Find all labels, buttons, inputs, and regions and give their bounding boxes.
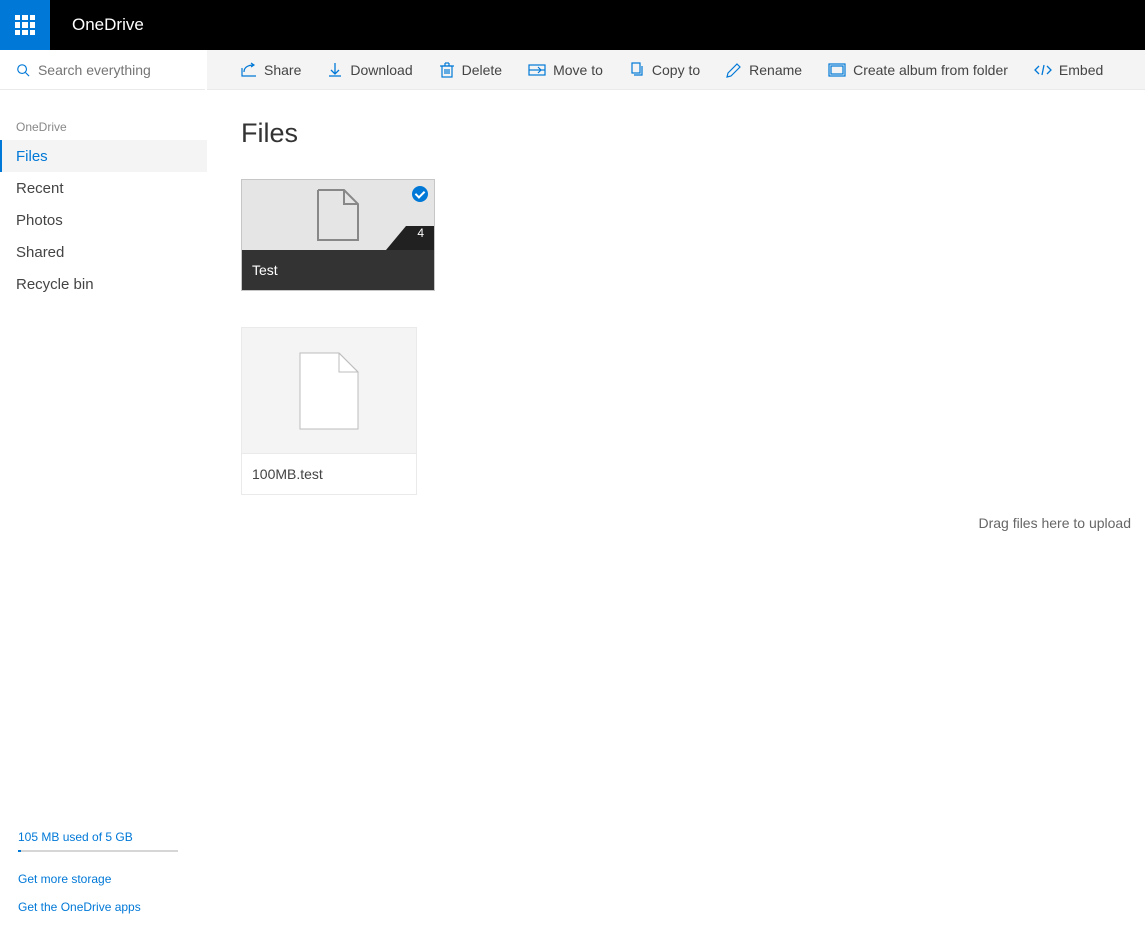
- sidebar: OneDrive Files Recent Photos Shared Recy…: [0, 50, 207, 950]
- search-input[interactable]: [38, 62, 189, 78]
- create-album-icon: [828, 63, 846, 77]
- app-launcher-grid-icon: [15, 15, 35, 35]
- sidebar-item-shared[interactable]: Shared: [0, 236, 207, 268]
- search-icon: [16, 62, 30, 78]
- button-label: Move to: [553, 62, 603, 78]
- sidebar-item-label: Files: [16, 148, 48, 165]
- rename-button[interactable]: Rename: [726, 62, 802, 78]
- sidebar-item-label: Photos: [16, 212, 63, 229]
- file-icon: [299, 352, 359, 430]
- delete-icon: [439, 62, 455, 78]
- button-label: Download: [350, 62, 412, 78]
- button-label: Copy to: [652, 62, 700, 78]
- folder-tile[interactable]: 4 Test: [241, 179, 435, 291]
- drag-upload-hint: Drag files here to upload: [978, 515, 1131, 531]
- file-tile[interactable]: 100MB.test: [241, 327, 417, 495]
- storage-usage-bar: [18, 850, 178, 852]
- share-button[interactable]: Share: [241, 62, 301, 78]
- button-label: Rename: [749, 62, 802, 78]
- main-area: Share Download Delete Move to: [207, 50, 1145, 950]
- folder-count-badge: 4: [406, 226, 434, 250]
- sidebar-item-label: Recent: [16, 180, 64, 197]
- sidebar-item-recycle-bin[interactable]: Recycle bin: [0, 268, 207, 300]
- get-onedrive-apps-link[interactable]: Get the OneDrive apps: [18, 900, 189, 914]
- create-album-button[interactable]: Create album from folder: [828, 62, 1008, 78]
- sidebar-item-files[interactable]: Files: [0, 140, 207, 172]
- download-icon: [327, 62, 343, 78]
- storage-usage-link[interactable]: 105 MB used of 5 GB: [18, 830, 189, 844]
- copyto-button[interactable]: Copy to: [629, 62, 700, 78]
- button-label: Delete: [462, 62, 502, 78]
- rename-icon: [726, 62, 742, 78]
- items-grid: 4 Test 100MB.test: [241, 179, 1111, 495]
- brand-title[interactable]: OneDrive: [50, 0, 144, 50]
- embed-button[interactable]: Embed: [1034, 62, 1103, 78]
- sidebar-item-label: Recycle bin: [16, 276, 94, 293]
- command-toolbar: Share Download Delete Move to: [207, 50, 1145, 90]
- page-title: Files: [241, 118, 1111, 149]
- download-button[interactable]: Download: [327, 62, 412, 78]
- search-row[interactable]: [0, 50, 205, 90]
- selected-checkmark-icon: [412, 186, 428, 202]
- sidebar-footer: 105 MB used of 5 GB Get more storage Get…: [18, 830, 189, 928]
- embed-icon: [1034, 63, 1052, 77]
- storage-usage-bar-fill: [18, 850, 21, 852]
- button-label: Embed: [1059, 62, 1103, 78]
- folder-name-label: Test: [242, 250, 434, 290]
- content-area: Files 4 Test: [207, 90, 1145, 950]
- file-thumbnail: [241, 327, 417, 454]
- share-icon: [241, 62, 257, 78]
- button-label: Create album from folder: [853, 62, 1008, 78]
- file-name-label: 100MB.test: [241, 454, 417, 495]
- app-launcher-button[interactable]: [0, 0, 50, 50]
- sidebar-item-photos[interactable]: Photos: [0, 204, 207, 236]
- sidebar-item-recent[interactable]: Recent: [0, 172, 207, 204]
- button-label: Share: [264, 62, 301, 78]
- file-icon: [316, 188, 360, 242]
- copyto-icon: [629, 62, 645, 78]
- moveto-icon: [528, 62, 546, 78]
- folder-count-value: 4: [417, 226, 424, 240]
- app-header: OneDrive: [0, 0, 1145, 50]
- sidebar-item-label: Shared: [16, 244, 64, 261]
- folder-thumbnail: 4: [242, 180, 434, 250]
- delete-button[interactable]: Delete: [439, 62, 502, 78]
- get-more-storage-link[interactable]: Get more storage: [18, 872, 189, 886]
- sidebar-heading: OneDrive: [0, 90, 207, 140]
- moveto-button[interactable]: Move to: [528, 62, 603, 78]
